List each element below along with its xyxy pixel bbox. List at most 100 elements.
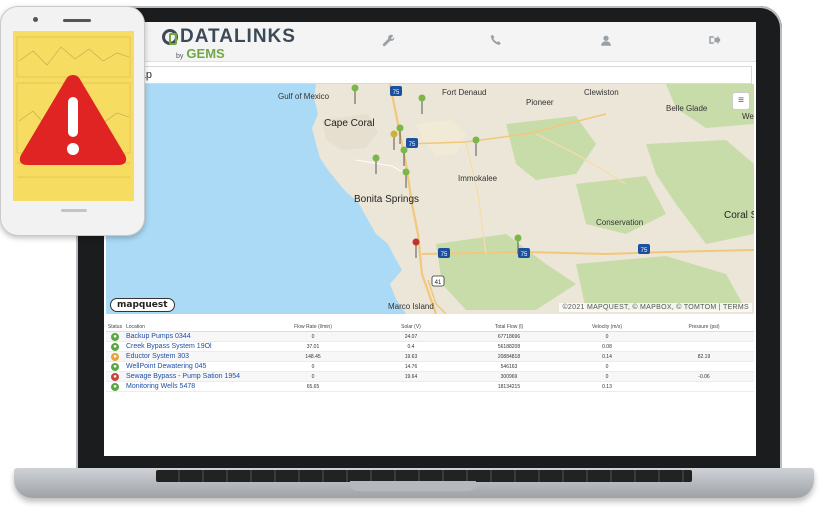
velocity-cell: 0.08 [602, 343, 612, 350]
solar-cell: 19.63 [404, 353, 418, 360]
col-pressure[interactable]: Pressure (psi) [656, 324, 752, 330]
flow-rate-cell: 37.01 [306, 343, 320, 350]
total-flow-cell: 20884818 [497, 353, 521, 360]
map-pin-ok[interactable] [390, 130, 398, 150]
place-we: We [742, 112, 754, 121]
place-belle-glade: Belle Glade [666, 104, 708, 113]
place-bonita-springs: Bonita Springs [354, 194, 420, 205]
location-link[interactable]: Backup Pumps 0344 [126, 333, 191, 340]
place-clewiston: Clewiston [584, 88, 619, 97]
laptop-notch [350, 481, 476, 491]
app-header: DATALINKS by GEMS [104, 22, 756, 62]
place-gulf: Gulf of Mexico [278, 92, 330, 101]
solar-cell: 0.4 [407, 343, 415, 350]
col-location[interactable]: Location [124, 324, 264, 330]
total-flow-cell: 67718696 [497, 333, 521, 340]
table-body: ● Backup Pumps 0344 0 24.07 67718696 0 ●… [106, 332, 754, 392]
map-canvas: 75 75 75 75 75 41 [106, 84, 754, 314]
table-row[interactable]: ● Eductor System 303 148.45 19.63 208848… [106, 352, 754, 362]
location-link[interactable]: WellPoint Dewatering 045 [126, 363, 206, 370]
map-pin-ok[interactable] [418, 94, 426, 114]
map-pin-ok[interactable] [472, 136, 480, 156]
phone-screen [13, 31, 134, 201]
flow-rate-cell: 0 [311, 333, 315, 340]
solar-cell: 19.64 [404, 373, 418, 380]
home-indicator[interactable] [61, 209, 87, 212]
velocity-cell: 0.13 [602, 383, 612, 390]
map-view[interactable]: 75 75 75 75 75 41 Gulf of Mexico Cape Co… [106, 84, 754, 314]
status-ok-icon: ● [111, 382, 119, 391]
datalinks-logo[interactable]: DATALINKS by GEMS [162, 26, 296, 61]
highway-shield: 75 [390, 86, 402, 96]
highway-shield: 75 [438, 248, 450, 258]
svg-text:41: 41 [435, 280, 442, 286]
status-alarm-icon: ● [111, 372, 119, 381]
status-ok-icon: ● [111, 362, 119, 371]
total-flow-cell: 18134215 [497, 383, 521, 390]
wrench-icon[interactable] [382, 34, 395, 49]
solar-cell: 14.76 [404, 363, 418, 370]
flow-rate-cell: 0 [311, 373, 315, 380]
phone-icon[interactable] [490, 34, 502, 48]
status-ok-icon: ● [111, 332, 119, 341]
place-coral-sp: Coral Sp [724, 210, 754, 221]
mapquest-logo[interactable]: mapquest [110, 298, 175, 312]
camera-icon [33, 17, 38, 22]
location-link[interactable]: Monitoring Wells 5478 [126, 383, 195, 390]
col-flow-rate[interactable]: Flow Rate (l/min) [264, 324, 362, 330]
place-pioneer: Pioneer [526, 98, 554, 107]
map-title: le Map [112, 66, 752, 84]
velocity-cell: 0 [605, 363, 609, 370]
col-solar[interactable]: Solar (V) [362, 324, 460, 330]
place-immokalee: Immokalee [458, 174, 498, 183]
table-row[interactable]: ● WellPoint Dewatering 045 0 14.76 54616… [106, 362, 754, 372]
datalinks-mark-icon [162, 29, 178, 45]
total-flow-cell: 300969 [500, 373, 518, 380]
col-velocity[interactable]: Velocity (m/s) [558, 324, 656, 330]
laptop-screen: DATALINKS by GEMS le Map [104, 22, 756, 456]
map-pin-ok[interactable] [400, 146, 408, 166]
total-flow-cell: 56188208 [497, 343, 521, 350]
table-row[interactable]: ● Monitoring Wells 5478 65.65 18134215 0… [106, 382, 754, 392]
location-link[interactable]: Sewage Bypass - Pump Sation 1954 [126, 373, 240, 380]
map-pin-ok[interactable] [514, 234, 522, 254]
flow-rate-cell: 0 [311, 363, 315, 370]
logout-icon[interactable] [708, 34, 721, 48]
location-link[interactable]: Eductor System 303 [126, 353, 189, 360]
pressure-cell: 82.19 [697, 353, 711, 360]
status-ok-icon: ● [111, 342, 119, 351]
table-row[interactable]: ● Creek Bypass System 19Ol 37.01 0.4 561… [106, 342, 754, 352]
table-row[interactable]: ● Sewage Bypass - Pump Sation 1954 0 19.… [106, 372, 754, 382]
col-status[interactable]: Status [106, 324, 124, 330]
map-pin-ok[interactable] [372, 154, 380, 174]
highway-shield: 75 [638, 244, 650, 254]
map-pin-ok[interactable] [351, 84, 359, 104]
velocity-cell: 0.14 [602, 353, 612, 360]
map-pin-alarm[interactable] [412, 238, 420, 258]
sites-table: Status Location Flow Rate (l/min) Solar … [106, 322, 754, 392]
stage: DATALINKS by GEMS le Map [0, 0, 825, 518]
svg-text:75: 75 [393, 90, 400, 96]
flow-rate-cell: 148.45 [305, 353, 321, 360]
col-total-flow[interactable]: Total Flow (l) [460, 324, 558, 330]
logo-by: by [176, 53, 184, 60]
location-link[interactable]: Creek Bypass System 19Ol [126, 343, 212, 350]
flow-rate-cell: 65.65 [306, 383, 320, 390]
warning-triangle-icon [19, 75, 127, 165]
velocity-cell: 0 [605, 333, 609, 340]
highway-shield: 41 [431, 275, 445, 287]
velocity-cell: 0 [605, 373, 609, 380]
layers-icon[interactable]: ≡ [732, 92, 750, 110]
place-marco-island: Marco Island [388, 302, 434, 311]
pressure-cell: -0.06 [698, 373, 710, 380]
place-conservation: Conservation [596, 218, 644, 227]
solar-cell: 24.07 [404, 333, 418, 340]
user-icon[interactable] [600, 34, 612, 49]
table-header: Status Location Flow Rate (l/min) Solar … [106, 322, 754, 332]
table-row[interactable]: ● Backup Pumps 0344 0 24.07 67718696 0 [106, 332, 754, 342]
map-attribution[interactable]: ©2021 MAPQUEST, © MAPBOX, © TOMTOM | TER… [559, 303, 752, 312]
map-pin-ok[interactable] [402, 168, 410, 188]
status-warning-icon: ● [111, 352, 119, 361]
speaker-grille [63, 19, 91, 22]
logo-brand: GEMS [186, 46, 225, 61]
